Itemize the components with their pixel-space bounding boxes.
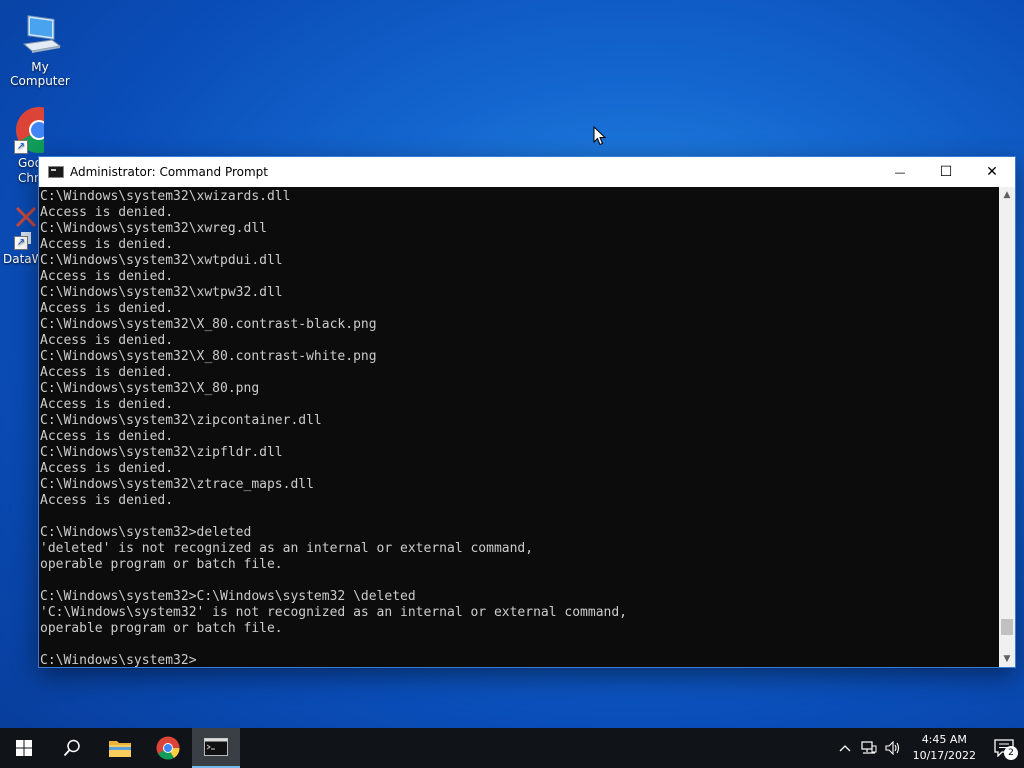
console-line: Access is denied. (40, 429, 174, 444)
console-line: operable program or batch file. (40, 557, 283, 572)
console-line: C:\Windows\system32>deleted (40, 525, 252, 540)
console-line: Access is denied. (40, 461, 174, 476)
start-button[interactable] (0, 728, 48, 768)
console-line: C:\Windows\system32\X_80.contrast-black.… (40, 317, 377, 332)
console-line: Access is denied. (40, 205, 174, 220)
console-line: C:\Windows\system32\xwizards.dll (40, 189, 291, 204)
desktop-icon-my-computer[interactable]: My Computer (0, 10, 80, 88)
console-line: C:\Windows\system32> (40, 653, 197, 667)
network-icon[interactable] (857, 728, 881, 768)
console-line: C:\Windows\system32\xwtpdui.dll (40, 253, 283, 268)
window-title: Administrator: Command Prompt (70, 165, 268, 179)
show-hidden-icons-chevron-icon[interactable] (833, 728, 857, 768)
console-line: operable program or batch file. (40, 621, 283, 636)
console-line: Access is denied. (40, 269, 174, 284)
search-icon (63, 739, 80, 757)
title-bar[interactable]: Administrator: Command Prompt — ☐ ✕ (39, 157, 1015, 187)
console-line: C:\Windows\system32\X_80.contrast-white.… (40, 349, 377, 364)
system-tray: 4:45 AM 10/17/2022 2 (833, 728, 1024, 768)
console-line: Access is denied. (40, 365, 174, 380)
computer-icon (16, 10, 64, 58)
console-line: 'deleted' is not recognized as an intern… (40, 541, 534, 556)
command-prompt-window[interactable]: Administrator: Command Prompt — ☐ ✕ C:\W… (38, 156, 1016, 668)
shortcut-arrow-icon: ↗ (14, 236, 28, 250)
console-line: Access is denied. (40, 301, 174, 316)
console-line: C:\Windows\system32\zipfldr.dll (40, 445, 283, 460)
desktop-icon-label: My Computer (10, 60, 70, 88)
folder-icon (109, 741, 131, 757)
notification-count-badge: 2 (1004, 746, 1018, 760)
console-line: C:\Windows\system32\X_80.png (40, 381, 260, 396)
console-line: Access is denied. (40, 397, 174, 412)
console-line: Access is denied. (40, 237, 174, 252)
console-line: C:\Windows\system32\ztrace_maps.dll (40, 477, 314, 492)
taskbar-clock[interactable]: 4:45 AM 10/17/2022 (905, 732, 984, 764)
scroll-up-icon[interactable]: ▲ (999, 187, 1015, 203)
console-line: C:\Windows\system32>C:\Windows\system32 … (40, 589, 416, 604)
console-line: C:\Windows\system32\zipcontainer.dll (40, 413, 322, 428)
close-button[interactable]: ✕ (969, 157, 1015, 187)
chrome-icon: ↗ (14, 106, 44, 154)
cmd-icon (48, 166, 64, 178)
mouse-cursor-icon (593, 125, 607, 146)
shortcut-arrow-icon: ↗ (14, 140, 28, 154)
clock-date: 10/17/2022 (912, 749, 976, 762)
console-line: Access is denied. (40, 333, 174, 348)
console-line: C:\Windows\system32\xwreg.dll (40, 221, 267, 236)
scrollbar-thumb[interactable] (1001, 619, 1013, 635)
console-output[interactable]: C:\Windows\system32\xwizards.dll Access i… (39, 187, 999, 667)
vertical-scrollbar[interactable]: ▲ ▼ (999, 187, 1015, 667)
clock-time: 4:45 AM (921, 733, 967, 746)
taskbar: 4:45 AM 10/17/2022 2 (0, 728, 1024, 768)
action-center-button[interactable]: 2 (984, 728, 1024, 768)
cmd-icon (204, 738, 228, 756)
taskbar-chrome[interactable] (144, 728, 192, 768)
desktop-icon-datawrapper[interactable]: ↗ DataW (0, 206, 38, 266)
desktop-icon-label: DataW (3, 252, 38, 266)
datawrapper-icon: ↗ (14, 206, 38, 254)
scroll-down-icon[interactable]: ▼ (999, 651, 1015, 667)
console-line: 'C:\Windows\system32' is not recognized … (40, 605, 627, 620)
search-button[interactable] (48, 728, 96, 768)
maximize-button[interactable]: ☐ (923, 157, 969, 187)
minimize-button[interactable]: — (877, 157, 923, 187)
taskbar-file-explorer[interactable] (96, 728, 144, 768)
volume-icon[interactable] (881, 728, 905, 768)
taskbar-command-prompt[interactable] (192, 728, 240, 768)
windows-logo-icon (16, 740, 32, 756)
console-line: Access is denied. (40, 493, 174, 508)
console-line: C:\Windows\system32\xwtpw32.dll (40, 285, 283, 300)
chrome-icon (156, 736, 180, 760)
